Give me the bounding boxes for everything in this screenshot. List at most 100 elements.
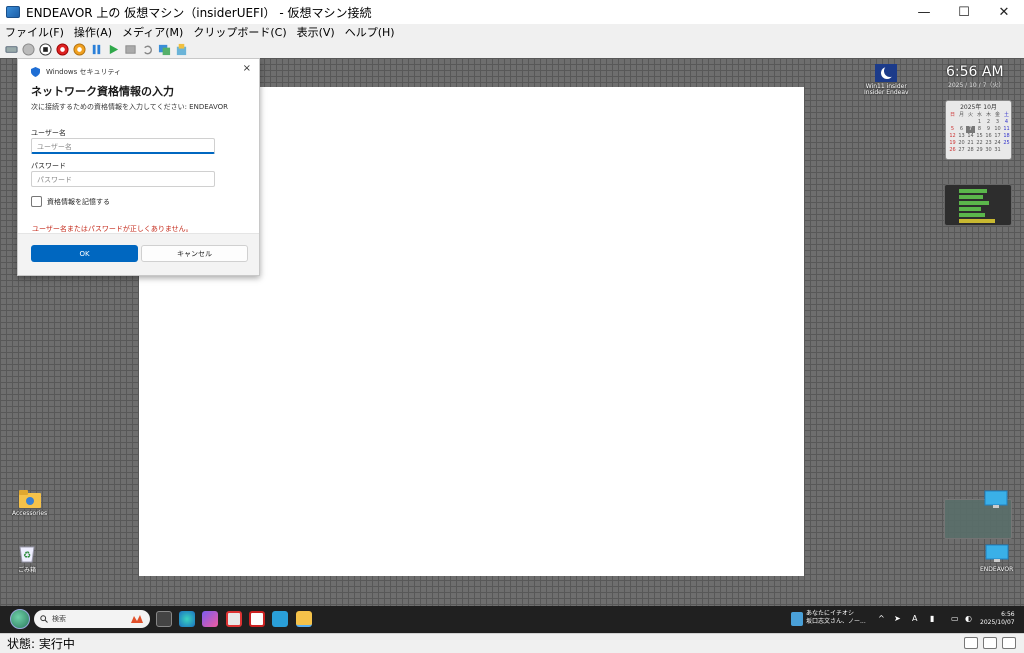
turn-off-icon[interactable] [38,42,53,57]
meter-widget [944,184,1012,226]
dialog-close-button[interactable]: × [243,63,251,74]
meter-bar [959,219,995,223]
keyboard-icon [964,637,978,649]
desktop-shortcut-label: Win11 insider Insider Endeav [864,83,909,96]
volume-icon[interactable]: ◐ [965,614,972,623]
network-icon[interactable]: ▭ [951,614,959,623]
ctrl-alt-del-icon[interactable] [4,42,19,57]
remember-checkbox[interactable] [31,196,42,207]
calendar-day: 日 [949,112,955,118]
start-icon[interactable] [21,42,36,57]
desktop-shortcut[interactable]: Win11 insider Insider Endeav [864,64,909,96]
lock-icon [1002,637,1016,649]
search-placeholder: 検索 [52,615,66,623]
edge-icon[interactable] [179,611,195,627]
meter-bar [959,213,985,217]
calendar-day: 24 [994,140,1001,146]
vm-screen[interactable]: Win11 insider Insider Endeav 6:56 AM 202… [0,58,1024,633]
enhanced-session-icon[interactable] [157,42,172,57]
calendar-day: 27 [958,147,965,153]
copilot-icon[interactable] [202,611,218,627]
maximize-button[interactable]: ☐ [944,0,984,24]
calendar-day: 29 [976,147,983,153]
calendar-day: 19 [949,140,956,146]
calendar-day: 31 [994,147,1001,153]
task-view-icon[interactable] [156,611,172,627]
revert-icon[interactable] [140,42,155,57]
calendar-day: 12 [949,133,956,139]
calendar-day: 18 [1003,133,1010,139]
calendar-day: 土 [1003,112,1009,118]
folder-icon [18,490,41,508]
desktop-icon-computer-2[interactable] [984,490,1008,510]
calendar-day: 4 [1004,119,1009,125]
menu-view[interactable]: 表示(V) [292,24,340,40]
search-highlight-icon [131,615,143,623]
calendar-day: 30 [985,147,992,153]
moon-icon [875,64,898,82]
desktop-clock-date: 2025 / 10 / 7（火） [948,82,1005,89]
font-icon[interactable]: A [912,614,917,623]
desktop-icon-label: ごみ箱 [18,567,37,574]
snipping-tool-icon[interactable] [226,611,242,627]
taskbar: 検索 あなたにイチオシ 坂口志文さん、ノー... ^ ➤ A ▮ ▭ ◐ 6:5… [0,606,1024,633]
chevron-up-icon[interactable]: ^ [878,614,885,623]
dialog-header-text: Windows セキュリティ [46,68,122,76]
share-icon[interactable] [174,42,189,57]
password-field[interactable]: パスワード [31,171,215,187]
news-widget[interactable]: あなたにイチオシ 坂口志文さん、ノー... [806,610,866,626]
minimize-button[interactable]: — [904,0,944,24]
menu-action[interactable]: 操作(A) [69,24,117,40]
calendar-day: 9 [986,126,991,132]
calendar-day: 25 [1003,140,1010,146]
taskbar-search[interactable]: 検索 [34,610,150,628]
calendar-day: 5 [950,126,955,132]
meter-bar [959,207,981,211]
save-icon[interactable] [72,42,87,57]
shutdown-icon[interactable] [55,42,70,57]
news-subtext: 坂口志文さん、ノー... [806,618,866,625]
app-icon[interactable] [249,611,265,627]
calendar-day: 16 [985,133,992,139]
desktop-icon-label: ENDEAVOR [980,566,1014,573]
send-icon[interactable]: ➤ [894,614,901,623]
calendar-day [957,119,966,126]
username-field[interactable]: ユーザー名 [31,138,215,154]
calendar-day: 月 [958,112,964,118]
calendar-day: 2 [986,119,991,125]
news-icon [791,612,803,626]
ok-button[interactable]: OK [31,245,138,262]
computer-icon [984,490,1008,508]
calendar-day: 21 [967,140,974,146]
credential-dialog: Windows セキュリティ × ネットワーク資格情報の入力 次に接続するための… [17,58,260,276]
recycle-bin-icon: ♻ [19,546,35,563]
menu-clipboard[interactable]: クリップボード(C) [188,24,291,40]
calendar-day: 8 [977,126,982,132]
menu-file[interactable]: ファイル(F) [0,24,69,40]
mouse-icon [983,637,997,649]
calendar-day: 14 [967,133,974,139]
calendar-day: 13 [958,133,965,139]
pause-icon[interactable] [89,42,104,57]
computer-icon [985,544,1009,562]
close-button[interactable]: ✕ [984,0,1024,24]
taskbar-time: 6:56 [1001,611,1015,618]
menu-media[interactable]: メディア(M) [117,24,188,40]
desktop-icon-label: Accessories [12,510,48,517]
desktop-icon-endeavor[interactable]: ENDEAVOR [980,544,1013,573]
calendar-day: 11 [1003,126,1010,132]
desktop-icon-recycle-bin[interactable]: ♻ ごみ箱 [18,543,36,574]
app-icon[interactable] [272,611,288,627]
file-explorer-icon[interactable] [296,611,312,627]
start-button[interactable] [10,609,30,629]
cancel-button[interactable]: キャンセル [141,245,248,262]
toolbar [0,40,1024,58]
menu-help[interactable]: ヘルプ(H) [340,24,400,40]
calendar-day: 火 [967,112,973,118]
taskbar-clock[interactable]: 6:56 2025/10/07 [980,611,1015,627]
app-tray-icon[interactable]: ▮ [930,614,934,623]
resume-icon[interactable] [106,42,121,57]
checkpoint-icon[interactable] [123,42,138,57]
desktop-icon-accessories[interactable]: Accessories [12,490,47,517]
calendar-day: 1 [977,119,982,125]
